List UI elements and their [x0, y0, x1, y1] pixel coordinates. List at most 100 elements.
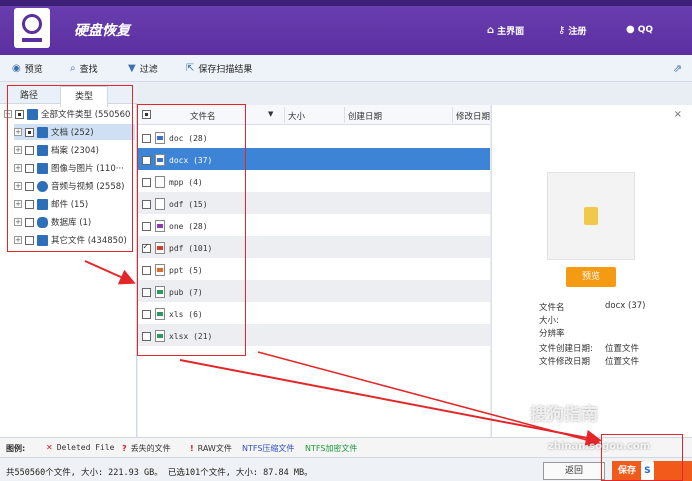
tree-item-mail[interactable]: + 邮件 (15) — [14, 196, 88, 212]
collapse-icon[interactable]: − — [4, 110, 12, 118]
info-modified: 文件修改日期 位置文件 — [539, 357, 640, 367]
expand-icon[interactable]: + — [14, 128, 22, 136]
register-button[interactable]: ⚷ 注册 — [558, 24, 586, 37]
table-row[interactable]: doc (28) — [138, 126, 490, 148]
file-list-header: 文件名 ▼ 大小 创建日期 修改日期 — [138, 105, 490, 125]
word-file-icon — [155, 154, 165, 166]
checkbox[interactable] — [25, 181, 34, 191]
panel-tabs: 路径 类型 — [0, 82, 137, 107]
table-row[interactable]: ppt (5) — [138, 258, 490, 280]
info-size: 大小: — [539, 316, 559, 326]
preview-panel: × 预览 文件名 docx (37) 大小: 分辨率 文件创建日期: 位置文件 文件… — [491, 105, 692, 437]
column-filename[interactable]: 文件名 — [190, 110, 216, 122]
checkbox[interactable] — [25, 217, 34, 227]
checkbox[interactable] — [25, 127, 34, 137]
qq-button[interactable]: ● QQ — [626, 24, 653, 35]
checkbox[interactable] — [142, 177, 151, 187]
expand-icon[interactable]: + — [14, 164, 22, 172]
expand-icon[interactable]: + — [14, 236, 22, 244]
expand-icon[interactable]: + — [14, 200, 22, 208]
checkbox[interactable] — [25, 199, 34, 209]
tree-item-all[interactable]: − 全部文件类型 (550560 — [4, 106, 130, 122]
checkbox[interactable] — [142, 221, 151, 231]
expand-icon[interactable]: + — [14, 218, 22, 226]
checkbox[interactable] — [25, 163, 34, 173]
tree-item-media[interactable]: + 音频与视频 (2558) — [14, 178, 124, 194]
penguin-icon: ● — [626, 24, 635, 35]
key-icon: ⚷ — [558, 25, 566, 36]
tree-item-images[interactable]: + 图像与图片 (110··· — [14, 160, 124, 176]
legend-lost: ? 丢失的文件 — [122, 444, 171, 453]
checkbox[interactable] — [142, 331, 151, 341]
blank-file-icon — [155, 176, 165, 188]
checkbox[interactable] — [15, 109, 24, 119]
publisher-file-icon — [155, 286, 165, 298]
eye-icon: ◉ — [12, 63, 21, 74]
tab-type[interactable]: 类型 — [60, 86, 109, 107]
checkbox[interactable] — [142, 242, 151, 253]
tab-path[interactable]: 路径 — [20, 88, 38, 101]
sort-desc-icon[interactable]: ▼ — [268, 110, 273, 118]
status-bar: 共550560个文件, 大小: 221.93 GB。 已选101个文件, 大小:… — [0, 457, 692, 481]
back-button[interactable]: 返回 — [543, 462, 605, 480]
search-icon: ⌕ — [70, 63, 76, 74]
tree-item-archives[interactable]: + 档案 (2304) — [14, 142, 99, 158]
folder-icon — [584, 207, 598, 225]
question-icon: ? — [122, 444, 127, 453]
archive-icon — [37, 144, 48, 156]
checkbox[interactable] — [142, 287, 151, 297]
save-button[interactable]: 保存 S — [612, 461, 692, 481]
table-row[interactable]: mpp (4) — [138, 170, 490, 192]
tree-item-documents[interactable]: + 文档 (252) — [14, 124, 135, 140]
expand-icon[interactable]: + — [14, 146, 22, 154]
home-button[interactable]: ⌂ 主界面 — [487, 24, 524, 37]
monitor-icon — [27, 108, 38, 120]
checkbox[interactable] — [142, 199, 151, 209]
watermark-url: zhinan.sogou.com — [548, 441, 651, 452]
checkbox[interactable] — [142, 155, 151, 165]
exclamation-icon: ! — [190, 444, 194, 453]
table-row[interactable]: pdf (101) — [138, 236, 490, 258]
table-row[interactable]: odf (15) — [138, 192, 490, 214]
expand-icon[interactable]: + — [14, 182, 22, 190]
title-strip — [0, 0, 692, 6]
folder-icon — [37, 234, 48, 246]
table-row[interactable]: docx (37) — [138, 148, 490, 170]
tree-item-other[interactable]: + 其它文件 (434850) — [14, 232, 127, 248]
deleted-icon: ✕ — [46, 443, 53, 452]
table-row[interactable]: xls (6) — [138, 302, 490, 324]
table-row[interactable]: pub (7) — [138, 280, 490, 302]
app-title: 硬盘恢复 — [74, 23, 130, 39]
close-icon[interactable]: × — [674, 109, 682, 120]
checkbox[interactable] — [142, 265, 151, 275]
word-file-icon — [155, 132, 165, 144]
checkbox[interactable] — [25, 235, 34, 245]
tree-item-database[interactable]: + 数据库 (1) — [14, 214, 91, 230]
table-row[interactable]: xlsx (21) — [138, 324, 490, 346]
home-icon: ⌂ — [487, 25, 495, 36]
column-created[interactable]: 创建日期 — [348, 110, 382, 122]
preview-tool-button[interactable]: ◉ 预览 — [12, 62, 43, 75]
sogou-logo-icon: S — [641, 461, 654, 481]
checkbox[interactable] — [142, 309, 151, 319]
find-tool-button[interactable]: ⌕ 查找 — [70, 62, 98, 75]
checkbox[interactable] — [25, 145, 34, 155]
legend-deleted: ✕ Deleted File — [46, 443, 115, 452]
toolbar: ◉ 预览 ⌕ 查找 ▼ 过滤 ⇱ 保存扫描结果 ⇗ — [0, 55, 692, 82]
column-size[interactable]: 大小 — [288, 110, 305, 122]
checkbox[interactable] — [142, 133, 151, 143]
filter-tool-button[interactable]: ▼ 过滤 — [128, 62, 158, 75]
column-modified[interactable]: 修改日期 — [456, 110, 490, 122]
onenote-file-icon — [155, 220, 165, 232]
legend-raw: ! RAW文件 — [190, 444, 232, 453]
preview-button[interactable]: 预览 — [566, 267, 616, 287]
document-icon — [37, 126, 48, 138]
powerpoint-file-icon — [155, 264, 165, 276]
play-icon — [37, 180, 48, 192]
share-icon[interactable]: ⇗ — [673, 62, 682, 75]
table-row[interactable]: one (28) — [138, 214, 490, 236]
filter-icon: ▼ — [128, 63, 136, 74]
save-scan-button[interactable]: ⇱ 保存扫描结果 — [186, 62, 252, 75]
select-all-checkbox[interactable] — [142, 110, 151, 119]
mail-icon — [37, 198, 48, 210]
